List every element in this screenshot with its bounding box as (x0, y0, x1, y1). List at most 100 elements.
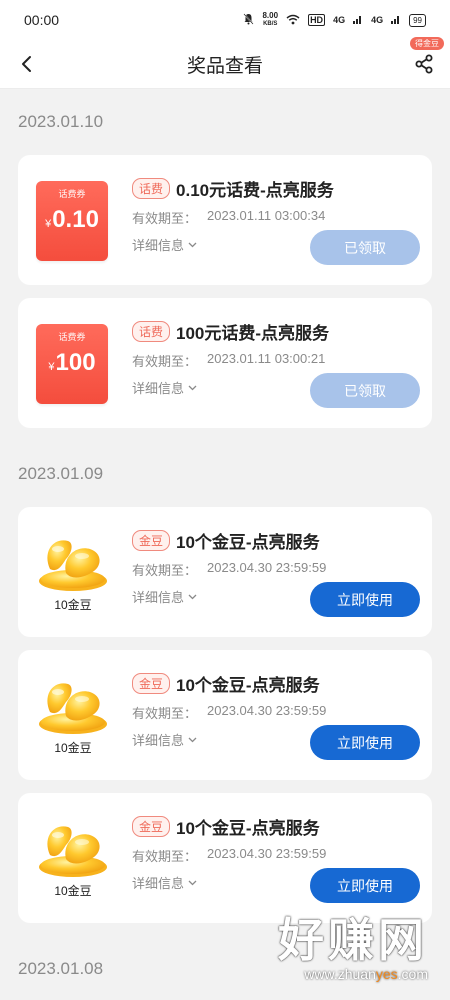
coupon-thumbnail: 话费券 ¥100 (36, 320, 110, 410)
expiry-row: 有效期至： 2023.01.11 03:00:34 (132, 208, 420, 227)
bean-image: 10金豆 (36, 672, 110, 756)
bean-thumbnail: 10金豆 (36, 529, 110, 613)
network-speed: 8.00 KB/S (262, 12, 278, 28)
details-label: 详细信息 (132, 590, 185, 605)
bell-off-icon (243, 13, 255, 27)
prize-title-row: 金豆 10个金豆-点亮服务 (132, 670, 420, 696)
prize-tag: 话费 (132, 320, 171, 342)
expiry-date: 2023.04.30 23:59:59 (207, 560, 327, 575)
coupon-amount: 100 (55, 349, 96, 376)
coupon-label: 话费券 (58, 189, 86, 199)
app-header: 奖品查看 得金豆 (0, 37, 450, 88)
hd-badge: HD (308, 14, 326, 26)
prize-title: 10个金豆-点亮服务 (176, 818, 320, 838)
battery-icon: 99 (409, 13, 426, 27)
bean-image: 10金豆 (36, 529, 110, 613)
details-toggle[interactable]: 详细信息 (132, 587, 197, 606)
coupon-label: 话费券 (58, 332, 86, 342)
claimed-button[interactable]: 已领取 (310, 373, 420, 408)
prize-tag: 金豆 (132, 529, 171, 551)
prize-title: 100元话费-点亮服务 (176, 323, 330, 343)
network-4g-2: 4G (371, 15, 384, 25)
watermark-url-prefix: www.zhuan (304, 966, 376, 982)
status-icons: 8.00 KB/S HD 4G 4G 99 (243, 12, 426, 28)
date-group-label: 2023.01.09 (18, 464, 104, 483)
coupon-value: ¥100 (36, 349, 108, 377)
gold-bean-icon (39, 826, 107, 877)
watermark-url-highlight: yes (375, 966, 398, 982)
details-toggle[interactable]: 详细信息 (132, 730, 197, 749)
prize-card[interactable]: 10金豆 金豆 10个金豆-点亮服务 有效期至： 2023.04.30 23:5… (18, 650, 432, 780)
prize-tag: 话费 (132, 177, 171, 199)
chevron-down-icon (188, 737, 197, 742)
coupon-thumbnail: 话费券 ¥0.10 (36, 177, 110, 267)
gold-bean-icon (39, 540, 107, 591)
use-now-button[interactable]: 立即使用 (310, 582, 420, 617)
speed-value: 8.00 (262, 11, 279, 20)
coupon-value: ¥0.10 (36, 206, 108, 234)
expiry-label: 有效期至： (132, 354, 198, 369)
expiry-row: 有效期至： 2023.01.11 03:00:21 (132, 351, 420, 370)
prize-tag: 金豆 (132, 815, 171, 837)
details-toggle[interactable]: 详细信息 (132, 235, 197, 254)
details-label: 详细信息 (132, 733, 185, 748)
prize-title: 10个金豆-点亮服务 (176, 675, 320, 695)
expiry-row: 有效期至： 2023.04.30 23:59:59 (132, 703, 420, 722)
expiry-row: 有效期至： 2023.04.30 23:59:59 (132, 846, 420, 865)
prize-list[interactable]: 2023.01.10 话费券 ¥0.10 话费 0.10元话费-点亮服务 有效期… (0, 89, 450, 1000)
expiry-label: 有效期至： (132, 211, 198, 226)
date-group-label: 2023.01.10 (18, 112, 104, 131)
share-button[interactable] (410, 50, 438, 78)
gold-bean-icon (39, 683, 107, 734)
use-now-button[interactable]: 立即使用 (310, 725, 420, 760)
signal-icon-2 (391, 14, 401, 26)
page-title: 奖品查看 (186, 55, 263, 77)
phone-bill-coupon-icon: 话费券 ¥100 (36, 324, 108, 410)
signal-icon (353, 14, 363, 26)
details-label: 详细信息 (132, 876, 185, 891)
details-toggle[interactable]: 详细信息 (132, 873, 197, 892)
prize-title-row: 话费 0.10元话费-点亮服务 (132, 175, 420, 201)
coupon-currency: ¥ (48, 361, 55, 373)
chevron-down-icon (188, 385, 197, 390)
bean-label: 10金豆 (54, 598, 92, 612)
details-toggle[interactable]: 详细信息 (132, 378, 197, 397)
prize-title-row: 金豆 10个金豆-点亮服务 (132, 813, 420, 839)
chevron-down-icon (188, 880, 197, 885)
details-label: 详细信息 (132, 381, 185, 396)
wifi-icon (286, 14, 300, 27)
prize-tag: 金豆 (132, 672, 171, 694)
expiry-date: 2023.04.30 23:59:59 (207, 703, 327, 718)
prize-title-row: 金豆 10个金豆-点亮服务 (132, 527, 420, 553)
bean-label: 10金豆 (54, 741, 92, 755)
network-4g-1: 4G (333, 15, 346, 25)
bean-thumbnail: 10金豆 (36, 815, 110, 899)
prize-title: 0.10元话费-点亮服务 (176, 180, 334, 200)
chevron-down-icon (188, 594, 197, 599)
share-icon (415, 54, 433, 74)
prize-card[interactable]: 话费券 ¥0.10 话费 0.10元话费-点亮服务 有效期至： 2023.01.… (18, 155, 432, 285)
expiry-date: 2023.01.11 03:00:21 (207, 351, 326, 366)
status-bar: 00:00 8.00 KB/S HD 4G 4G 99 (0, 0, 450, 40)
back-button[interactable] (14, 50, 38, 78)
watermark-text: 好赚网 (278, 914, 428, 966)
expiry-label: 有效期至： (132, 563, 198, 578)
use-now-button[interactable]: 立即使用 (310, 868, 420, 903)
share-badge: 得金豆 (410, 37, 444, 50)
expiry-label: 有效期至： (132, 706, 198, 721)
status-time: 00:00 (24, 12, 60, 28)
prize-card[interactable]: 话费券 ¥100 话费 100元话费-点亮服务 有效期至： 2023.01.11… (18, 298, 432, 428)
chevron-left-icon (22, 56, 31, 72)
details-label: 详细信息 (132, 238, 185, 253)
prize-card[interactable]: 10金豆 金豆 10个金豆-点亮服务 有效期至： 2023.04.30 23:5… (18, 507, 432, 637)
chevron-down-icon (188, 242, 197, 247)
bean-thumbnail: 10金豆 (36, 672, 110, 756)
bean-label: 10金豆 (54, 884, 92, 898)
expiry-date: 2023.01.11 03:00:34 (207, 208, 326, 223)
watermark-url-suffix: .com (397, 966, 428, 982)
coupon-currency: ¥ (45, 218, 52, 230)
speed-unit: KB/S (263, 21, 278, 27)
claimed-button[interactable]: 已领取 (310, 230, 420, 265)
expiry-label: 有效期至： (132, 849, 198, 864)
watermark: 好赚网 www.zhuanyes.com (278, 904, 428, 982)
